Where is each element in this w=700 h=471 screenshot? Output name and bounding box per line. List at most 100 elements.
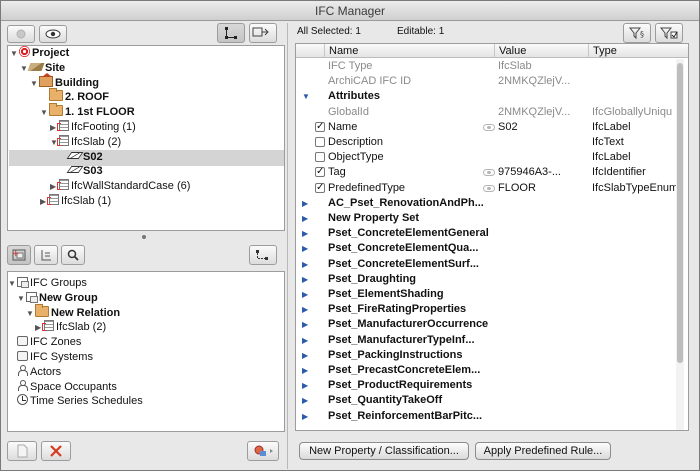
expanded-triangle-icon[interactable]: ▼ bbox=[10, 46, 19, 61]
list-tab-button[interactable] bbox=[34, 245, 58, 265]
group-options-button[interactable] bbox=[249, 245, 277, 265]
new-item-button[interactable] bbox=[7, 441, 37, 461]
collapsed-triangle-icon[interactable]: ▶ bbox=[302, 393, 308, 408]
filter-editable-button[interactable] bbox=[655, 23, 683, 43]
delete-button[interactable] bbox=[41, 441, 71, 461]
property-row[interactable]: ▶ Pset_ConcreteElementQua... bbox=[296, 241, 676, 256]
property-row[interactable]: ▶ Pset_Draughting bbox=[296, 272, 676, 287]
visibility-button[interactable] bbox=[39, 25, 67, 43]
filter-button[interactable]: § bbox=[623, 23, 651, 43]
property-row[interactable]: ▶ Pset_ElementShading bbox=[296, 287, 676, 302]
tree-node[interactable]: ▶ IfcFooting (1) bbox=[50, 120, 136, 135]
property-row[interactable]: ▶ Pset_PrecastConcreteElem... bbox=[296, 363, 676, 378]
property-row[interactable]: ObjectType IfcLabel bbox=[296, 150, 676, 165]
property-row[interactable]: ▶ Pset_ManufacturerOccurrence bbox=[296, 317, 676, 332]
collapsed-triangle-icon[interactable]: ▶ bbox=[302, 363, 308, 378]
collapsed-triangle-icon[interactable]: ▶ bbox=[302, 348, 308, 363]
property-row[interactable]: ▶ Pset_ConcreteElementGeneral bbox=[296, 226, 676, 241]
collapsed-triangle-icon[interactable]: ▶ bbox=[302, 302, 308, 317]
collapsed-triangle-icon[interactable]: ▶ bbox=[302, 378, 308, 393]
tree-node[interactable]: ▶ IfcSlab (2) bbox=[35, 320, 106, 335]
collapsed-triangle-icon[interactable]: ▶ bbox=[302, 211, 308, 226]
column-value-header[interactable]: Value bbox=[494, 44, 588, 58]
collapsed-triangle-icon[interactable]: ▶ bbox=[302, 287, 308, 302]
property-row[interactable]: ▶ Pset_ReinforcementBarPitc... bbox=[296, 409, 676, 424]
collapsed-triangle-icon[interactable]: ▶ bbox=[302, 226, 308, 241]
property-row[interactable]: ▼ Attributes bbox=[296, 89, 676, 104]
property-checkbox[interactable] bbox=[315, 137, 325, 147]
property-checkbox[interactable]: ✓ bbox=[315, 182, 325, 193]
model-tree-panel: ▼ Project ▼ Site ▼ Building 2. ROOF ▼ 1. 1st FLO… bbox=[7, 45, 285, 231]
tree-node[interactable]: S03 bbox=[60, 164, 103, 179]
property-checkbox[interactable]: ✓ bbox=[315, 167, 325, 178]
tree-node[interactable]: ▼ Building bbox=[30, 72, 99, 91]
tree-node[interactable]: ▼ IfcSlab (2) bbox=[50, 134, 121, 150]
expanded-triangle-icon[interactable]: ▼ bbox=[8, 276, 17, 291]
expanded-triangle-icon[interactable]: ▼ bbox=[17, 291, 26, 306]
property-value[interactable]: FLOOR bbox=[498, 181, 536, 196]
property-row[interactable]: ▶ Pset_PackingInstructions bbox=[296, 348, 676, 363]
property-row[interactable]: ▶ Pset_ConcreteElementSurf... bbox=[296, 257, 676, 272]
expanded-triangle-icon[interactable]: ▼ bbox=[26, 306, 35, 321]
property-checkbox[interactable] bbox=[315, 152, 325, 163]
tree-node[interactable]: IFC Zones bbox=[8, 335, 81, 350]
property-checkbox[interactable]: ✓ bbox=[315, 121, 325, 132]
tree-node-label: IfcSlab (2) bbox=[56, 321, 107, 334]
panel-splitter[interactable] bbox=[4, 234, 284, 240]
property-value[interactable]: S02 bbox=[498, 120, 518, 135]
link-icon bbox=[483, 169, 495, 177]
property-row[interactable]: ▶ Pset_QuantityTakeOff bbox=[296, 393, 676, 408]
collapsed-triangle-icon[interactable]: ▶ bbox=[302, 409, 308, 424]
tree-node[interactable]: Actors bbox=[8, 364, 61, 380]
property-row[interactable]: ▶ Pset_FireRatingProperties bbox=[296, 302, 676, 317]
property-row[interactable]: ▶ New Property Set bbox=[296, 211, 676, 226]
expanded-triangle-icon[interactable]: ▼ bbox=[302, 89, 310, 104]
properties-scrollbar[interactable] bbox=[676, 59, 684, 430]
tree-node[interactable]: ▼ New Relation bbox=[26, 303, 120, 321]
tree-node[interactable]: ▶ IfcWallStandardCase (6) bbox=[50, 179, 190, 194]
column-name-header[interactable]: Name bbox=[324, 44, 494, 58]
tree-options-button[interactable] bbox=[249, 23, 277, 43]
assign-menu-button[interactable] bbox=[247, 441, 279, 461]
actors-icon bbox=[17, 364, 28, 376]
apply-predefined-rule-button[interactable]: Apply Predefined Rule... bbox=[475, 442, 611, 460]
element-type-icon bbox=[57, 179, 69, 191]
expanded-triangle-icon[interactable]: ▼ bbox=[30, 76, 39, 91]
collapsed-triangle-icon[interactable]: ▶ bbox=[302, 241, 308, 256]
tree-node[interactable]: Time Series Schedules bbox=[8, 394, 143, 409]
property-row[interactable]: Description IfcText bbox=[296, 135, 676, 150]
tree-node[interactable]: ▼ New Group bbox=[17, 291, 98, 306]
tree-node[interactable]: ▼ Project bbox=[10, 46, 69, 61]
collapsed-triangle-icon[interactable]: ▶ bbox=[302, 317, 308, 332]
column-type-header[interactable]: Type bbox=[588, 44, 688, 58]
property-row[interactable]: ▶ Pset_ManufacturerTypeInf... bbox=[296, 333, 676, 348]
link-icon bbox=[483, 123, 495, 131]
property-row[interactable]: ArchiCAD IFC ID 2NMKQZlejV... bbox=[296, 74, 676, 89]
collapsed-triangle-icon[interactable]: ▶ bbox=[302, 333, 308, 348]
tree-node[interactable]: S02 bbox=[60, 150, 103, 165]
tree-node[interactable]: ▶ IfcSlab (1) bbox=[40, 194, 111, 209]
property-row[interactable]: ▶ AC_Pset_RenovationAndPh... bbox=[296, 196, 676, 211]
tree-view-button[interactable] bbox=[217, 23, 245, 43]
vertical-divider[interactable] bbox=[287, 23, 293, 469]
tree-node[interactable]: ▼ 1. 1st FLOOR bbox=[40, 103, 135, 120]
disabled-record-button[interactable] bbox=[7, 25, 35, 43]
tree-node[interactable]: ▼ IFC Groups bbox=[8, 276, 87, 291]
tree-node[interactable]: Space Occupants bbox=[8, 379, 117, 395]
search-tab-button[interactable] bbox=[61, 245, 85, 265]
new-property-classification-button[interactable]: New Property / Classification... bbox=[299, 442, 469, 460]
property-row[interactable]: IFC Type IfcSlab bbox=[296, 59, 676, 74]
property-row[interactable]: ✓ PredefinedType FLOOR IfcSlabTypeEnum bbox=[296, 181, 676, 196]
expanded-triangle-icon[interactable]: ▼ bbox=[40, 105, 49, 120]
collapsed-triangle-icon[interactable]: ▶ bbox=[302, 196, 308, 211]
groups-tab-button[interactable]: + bbox=[7, 245, 31, 265]
property-value[interactable]: 975946A3-... bbox=[498, 165, 561, 180]
property-row[interactable]: GlobalId 2NMKQZlejV... IfcGloballyUniqu bbox=[296, 105, 676, 120]
property-row[interactable]: ✓ Tag 975946A3-... IfcIdentifier bbox=[296, 165, 676, 180]
property-row[interactable]: ▶ Pset_ProductRequirements bbox=[296, 378, 676, 393]
tree-node[interactable]: IFC Systems bbox=[8, 350, 93, 365]
collapsed-triangle-icon[interactable]: ▶ bbox=[302, 257, 308, 272]
collapsed-triangle-icon[interactable]: ▶ bbox=[302, 272, 308, 287]
property-row[interactable]: ✓ Name S02 IfcLabel bbox=[296, 120, 676, 135]
properties-scroll-thumb[interactable] bbox=[677, 63, 683, 363]
